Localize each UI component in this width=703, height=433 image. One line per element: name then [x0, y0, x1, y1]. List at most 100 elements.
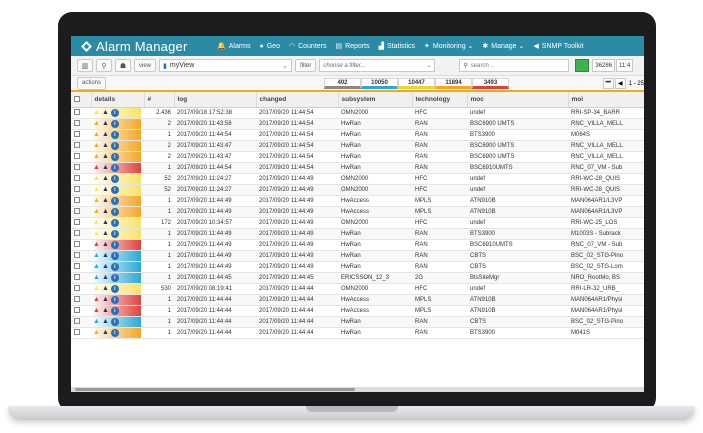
info-icon[interactable]: i [110, 240, 119, 249]
details-cell[interactable]: ▲ ▲ i [91, 305, 144, 317]
details-cell[interactable]: ▲ ▲ i [91, 184, 144, 196]
column-header-log[interactable]: log [174, 92, 257, 108]
row-checkbox[interactable] [74, 164, 80, 171]
nav-item-3[interactable]: ▤ Reports [335, 42, 369, 51]
table-row[interactable]: ▲ ▲ i 52 2017/09/20 11:24:27 2017/09/20 11:44… [71, 184, 644, 196]
table-row[interactable]: ▲ ▲ i 2 2017/09/20 11:43:58 2017/09/20 11:44:… [71, 118, 644, 130]
info-icon[interactable]: i [110, 108, 119, 117]
nav-item-2[interactable]: ◠ Counters [289, 42, 327, 51]
table-row[interactable]: ▲ ▲ i 2.436 2017/09/18 17:52:38 2017/09/20 11… [71, 107, 644, 119]
severity-counter[interactable]: 3493 [472, 78, 509, 89]
ack-bell-icon[interactable]: ▲ [102, 197, 109, 205]
details-cell[interactable]: ▲ ▲ i [91, 239, 144, 251]
details-cell[interactable]: ▲ ▲ i [91, 206, 144, 218]
row-select-cell[interactable] [71, 316, 91, 328]
details-cell[interactable]: ▲ ▲ i [91, 107, 144, 119]
row-checkbox[interactable] [74, 296, 80, 303]
info-icon[interactable]: i [110, 152, 119, 161]
ack-bell-icon[interactable]: ▲ [102, 109, 109, 117]
column-header-changed[interactable]: changed [256, 92, 339, 108]
ack-bell-icon[interactable]: ▲ [102, 153, 109, 161]
table-row[interactable]: ▲ ▲ i 1 2017/09/20 11:44:49 2017/09/20 11:44:… [71, 228, 644, 240]
view-select[interactable]: ▮ myView ⌄ [159, 59, 293, 72]
ack-bell-icon[interactable]: ▲ [102, 241, 109, 249]
table-row[interactable]: ▲ ▲ i 52 2017/09/20 11:24:27 2017/09/20 11:44… [71, 173, 644, 185]
info-icon[interactable]: i [110, 130, 119, 139]
ack-bell-icon[interactable]: ▲ [102, 164, 109, 172]
info-icon[interactable]: i [110, 185, 119, 194]
table-row[interactable]: ▲ ▲ i 530 2017/09/20 08:19:41 2017/09/20 11:4… [71, 283, 644, 295]
severity-counter[interactable]: 402 [324, 78, 361, 89]
ack-bell-icon[interactable]: ▲ [102, 274, 109, 282]
select-all-checkbox[interactable] [74, 96, 80, 103]
ack-bell-icon[interactable]: ▲ [102, 208, 109, 216]
row-select-cell[interactable] [71, 217, 91, 229]
column-header-details[interactable]: details [91, 92, 145, 108]
row-checkbox[interactable] [74, 109, 80, 116]
ack-bell-icon[interactable]: ▲ [102, 186, 109, 194]
row-checkbox[interactable] [74, 318, 80, 325]
scrollbar-thumb[interactable] [75, 388, 355, 391]
ack-bell-icon[interactable]: ▲ [102, 263, 109, 271]
details-cell[interactable]: ▲ ▲ i [91, 140, 144, 152]
prev-page-button[interactable]: ◀ [614, 78, 626, 89]
table-row[interactable]: ▲ ▲ i 1 2017/09/20 11:44:49 2017/09/20 11:44:… [71, 206, 644, 218]
details-cell[interactable]: ▲ ▲ i [91, 162, 144, 174]
info-icon[interactable]: i [110, 163, 119, 172]
ack-bell-icon[interactable]: ▲ [102, 230, 109, 238]
row-checkbox[interactable] [74, 153, 80, 160]
table-row[interactable]: ▲ ▲ i 1 2017/09/20 11:44:49 2017/09/20 11:44:… [71, 195, 644, 207]
row-select-cell[interactable] [71, 107, 91, 119]
search-box[interactable]: ⚲ [459, 59, 570, 72]
severity-counter[interactable]: 10050 [361, 78, 398, 89]
row-checkbox[interactable] [74, 186, 80, 193]
row-checkbox[interactable] [74, 263, 80, 270]
table-row[interactable]: ▲ ▲ i 1 2017/09/20 11:44:49 2017/09/20 11:44:… [71, 250, 644, 262]
row-select-cell[interactable] [71, 129, 91, 141]
details-cell[interactable]: ▲ ▲ i [91, 327, 144, 339]
details-cell[interactable]: ▲ ▲ i [91, 118, 144, 130]
first-page-button[interactable]: ⏮ [602, 78, 614, 89]
row-checkbox[interactable] [74, 230, 80, 237]
info-icon[interactable]: i [110, 174, 119, 183]
table-row[interactable]: ▲ ▲ i 2 2017/09/20 11:43:47 2017/09/20 11:44:… [71, 140, 644, 152]
table-row[interactable]: ▲ ▲ i 172 2017/09/20 10:34:57 2017/09/20 11:4… [71, 217, 644, 229]
status-indicator[interactable] [575, 59, 590, 72]
column-header-moc[interactable]: moc [467, 92, 569, 108]
info-icon[interactable]: i [110, 218, 119, 227]
row-select-cell[interactable] [71, 118, 91, 130]
row-select-cell[interactable] [71, 184, 91, 196]
details-cell[interactable]: ▲ ▲ i [91, 316, 144, 328]
row-select-cell[interactable] [71, 140, 91, 152]
row-checkbox[interactable] [74, 329, 80, 336]
details-cell[interactable]: ▲ ▲ i [91, 272, 144, 284]
row-checkbox[interactable] [74, 131, 80, 138]
info-icon[interactable]: i [110, 229, 119, 238]
details-cell[interactable]: ▲ ▲ i [91, 283, 144, 295]
ack-bell-icon[interactable]: ▲ [102, 131, 109, 139]
row-select-cell[interactable] [71, 294, 91, 306]
ack-bell-icon[interactable]: ▲ [102, 252, 109, 260]
search-input[interactable] [470, 62, 563, 69]
actions-button[interactable]: actions [77, 76, 107, 90]
row-checkbox[interactable] [74, 274, 80, 281]
row-checkbox[interactable] [74, 285, 80, 292]
brand[interactable]: Alarm Manager [71, 39, 217, 54]
severity-counter[interactable]: 10447 [398, 78, 435, 89]
details-cell[interactable]: ▲ ▲ i [91, 294, 144, 306]
row-checkbox[interactable] [74, 307, 80, 314]
table-row[interactable]: ▲ ▲ i 1 2017/09/20 11:44:44 2017/09/20 11:44:… [71, 305, 644, 317]
row-checkbox[interactable] [74, 197, 80, 204]
table-row[interactable]: ▲ ▲ i 1 2017/09/20 11:44:49 2017/09/20 11:44:… [71, 261, 644, 273]
nav-item-5[interactable]: ✦ Monitoring ⌄ [424, 42, 473, 50]
table-row[interactable]: ▲ ▲ i 1 2017/09/20 11:44:44 2017/09/20 11:44:… [71, 327, 644, 339]
table-row[interactable]: ▲ ▲ i 1 2017/09/20 11:44:49 2017/09/20 11:44:… [71, 239, 644, 251]
info-icon[interactable]: i [110, 273, 119, 282]
row-select-cell[interactable] [71, 261, 91, 273]
row-select-cell[interactable] [71, 206, 91, 218]
info-icon[interactable]: i [110, 119, 119, 128]
details-cell[interactable]: ▲ ▲ i [91, 250, 144, 262]
row-select-cell[interactable] [71, 305, 91, 317]
ack-bell-icon[interactable]: ▲ [102, 329, 109, 337]
row-select-cell[interactable] [71, 151, 91, 163]
